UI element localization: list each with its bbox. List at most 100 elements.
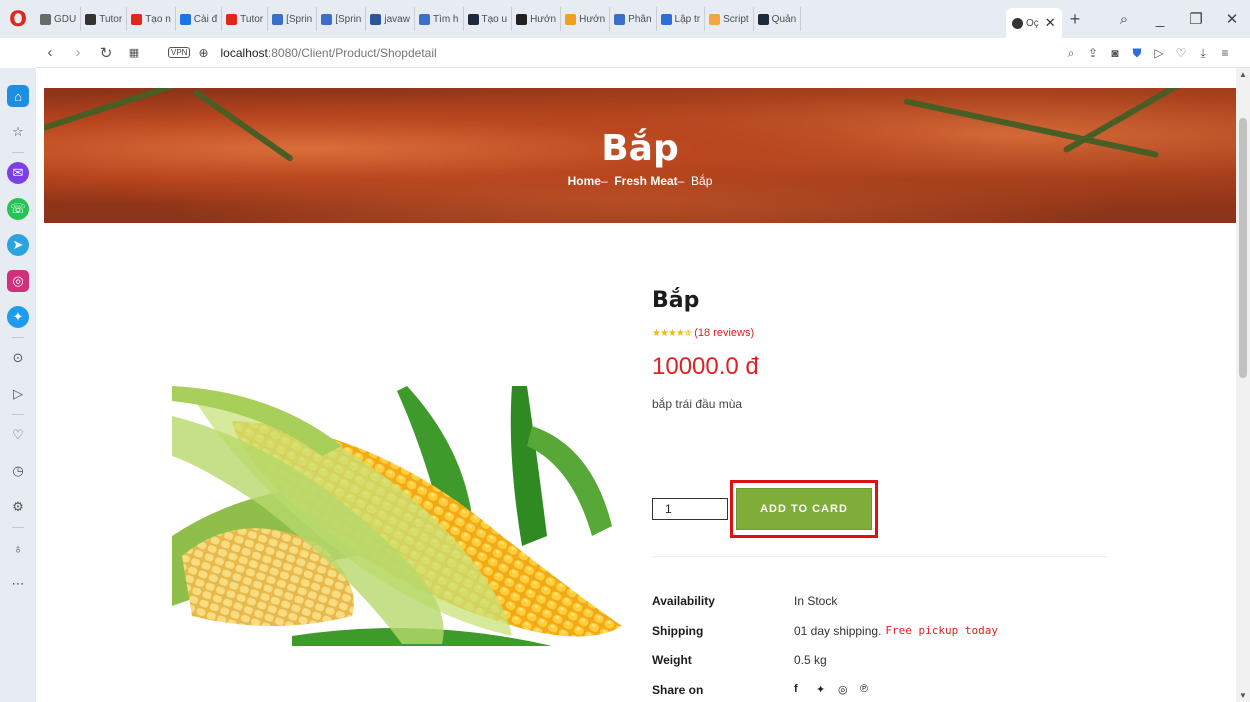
sidebar-separator	[12, 337, 24, 338]
pinterest-icon[interactable]: ℗	[860, 683, 882, 696]
quantity-input[interactable]: 1	[652, 498, 728, 520]
tab-favicon-icon	[757, 13, 769, 25]
scroll-up-icon[interactable]: ▲	[1236, 70, 1250, 79]
spec-value: 0.5 kg	[794, 653, 827, 667]
camera-icon[interactable]: ◙	[1104, 46, 1126, 60]
close-window-icon[interactable]: ✕	[1214, 10, 1250, 28]
telegram-icon[interactable]: ➤	[7, 234, 29, 256]
send-icon[interactable]: ▷	[1148, 46, 1170, 60]
spec-value: 01 day shipping.	[794, 623, 882, 638]
tab-active-label: Oç	[1026, 17, 1039, 29]
tab-list: GDU Tutor Tạo n Cài đ Tutor [Sprin [Sprin javaw…	[36, 4, 1006, 34]
tab-item[interactable]: Tìm h	[415, 7, 464, 31]
tab-label: Tìm h	[432, 13, 459, 25]
player-icon[interactable]: ⊙	[7, 347, 29, 369]
tab-label: Cài đ	[193, 13, 218, 25]
messenger-icon[interactable]: ✉	[7, 162, 29, 184]
tab-label: javaw	[384, 13, 410, 25]
toolbar-right: ⌕ ⇪ ◙ ⛊ ▷ ♡ ⤓ ≡	[1060, 38, 1236, 68]
back-icon[interactable]: ‹	[36, 44, 64, 61]
more-icon[interactable]: ⋯	[7, 573, 29, 595]
close-tab-icon[interactable]: ✕	[1045, 15, 1056, 31]
sidebar-separator	[12, 527, 24, 528]
home-icon[interactable]: ⌂	[7, 85, 29, 107]
tab-item[interactable]: Quản	[754, 7, 802, 31]
tab-item[interactable]: Tạo u	[464, 7, 513, 31]
tips-bulb-icon[interactable]: ♁	[7, 537, 29, 559]
url-host: localhost	[220, 45, 268, 60]
tab-item[interactable]: Tạo n	[127, 7, 176, 31]
tab-favicon-icon	[370, 13, 382, 25]
heart-icon[interactable]: ♡	[1170, 46, 1192, 60]
breadcrumb-banner: Bắp Home– Fresh Meat– Bắp	[44, 88, 1236, 223]
spec-value: In Stock	[794, 594, 838, 608]
spec-label: Shipping	[652, 623, 704, 638]
shield-icon[interactable]: ⛊	[1126, 46, 1148, 61]
review-count[interactable]: (18 reviews)	[694, 327, 754, 339]
scrollbar-thumb[interactable]	[1239, 118, 1247, 378]
tab-favicon-icon	[660, 13, 672, 25]
tab-label: Script	[723, 13, 749, 25]
page-title: Bắp	[601, 128, 679, 169]
download-icon[interactable]: ⤓	[1192, 46, 1214, 61]
vpn-badge[interactable]: VPN	[168, 47, 191, 58]
instagram-icon[interactable]: ◎	[7, 270, 29, 292]
tab-item[interactable]: Hướn	[561, 7, 611, 31]
search-icon[interactable]: ⌕	[1060, 46, 1082, 61]
facebook-icon[interactable]: f	[794, 683, 816, 696]
tab-item[interactable]: GDU	[36, 7, 82, 31]
tab-item[interactable]: Phân	[610, 7, 657, 31]
tab-item[interactable]: Script	[705, 7, 754, 31]
menu-icon[interactable]: ≡	[1214, 46, 1236, 60]
tab-item[interactable]: Lập tr	[657, 7, 706, 31]
spec-row: Shipping 01 day shipping. Free pickup to…	[652, 624, 998, 654]
tab-label: Quản	[771, 13, 797, 25]
tab-active[interactable]: Oç ✕	[1006, 8, 1062, 38]
web-page: Bắp Home– Fresh Meat– Bắp Bắp ★★★★✯ (18 …	[36, 68, 1250, 702]
tab-item[interactable]: Tutor	[81, 7, 128, 31]
tab-item[interactable]: Hướn	[512, 7, 562, 31]
divider	[652, 556, 1107, 557]
history-icon[interactable]: ◷	[7, 460, 29, 482]
scroll-down-icon[interactable]: ▼	[1236, 691, 1250, 700]
address-bar: ‹ › ↻ ▦ VPN ⊕ localhost:8080/Client/Prod…	[36, 38, 1250, 68]
tab-favicon-icon	[131, 13, 143, 25]
star-icon[interactable]: ☆	[7, 121, 29, 143]
tab-label: [Sprin	[335, 13, 362, 25]
new-tab-button[interactable]: +	[1070, 9, 1081, 30]
breadcrumb-category[interactable]: Fresh Meat	[614, 174, 677, 188]
url-input[interactable]: localhost:8080/Client/Product/Shopdetail	[221, 46, 437, 60]
share-icon[interactable]: ⇪	[1082, 46, 1104, 60]
site-info-icon[interactable]: ⊕	[198, 46, 208, 60]
favorites-icon[interactable]: ♡	[7, 424, 29, 446]
tab-favicon-icon	[418, 13, 430, 25]
flow-icon[interactable]: ▷	[7, 383, 29, 405]
tab-item[interactable]: Tutor	[222, 7, 269, 31]
product-price: 10000.0 đ	[652, 353, 759, 380]
twitter-icon[interactable]: ✦	[7, 306, 29, 328]
tab-label: Tutor	[99, 13, 123, 25]
product-specs: Availability In Stock Shipping 01 day sh…	[652, 594, 998, 702]
opera-logo-icon[interactable]: O	[0, 0, 36, 38]
tab-item[interactable]: Cài đ	[176, 7, 223, 31]
tab-item[interactable]: [Sprin	[268, 7, 318, 31]
tab-favicon-icon	[516, 13, 528, 25]
settings-gear-icon[interactable]: ⚙	[7, 496, 29, 518]
tab-item[interactable]: javaw	[366, 7, 415, 31]
instagram-icon[interactable]: ◎	[838, 683, 860, 696]
add-to-cart-button[interactable]: ADD TO CARD	[736, 488, 872, 530]
product-details: Bắp ★★★★✯ (18 reviews) 10000.0 đ bắp trái…	[652, 288, 878, 538]
tab-favicon-icon	[614, 13, 626, 25]
breadcrumb-separator: –	[677, 174, 685, 188]
twitter-icon[interactable]: ✦	[816, 683, 838, 696]
forward-icon[interactable]: ›	[64, 44, 92, 61]
reload-icon[interactable]: ↻	[92, 44, 120, 62]
whatsapp-icon[interactable]: ☏	[7, 198, 29, 220]
tab-item[interactable]: [Sprin	[317, 7, 367, 31]
search-tabs-icon[interactable]: ⌕	[1106, 11, 1142, 28]
breadcrumb-home[interactable]: Home	[568, 174, 601, 188]
page-scrollbar[interactable]: ▲ ▼	[1236, 68, 1250, 702]
restore-icon[interactable]: ❐	[1178, 10, 1214, 28]
minimize-icon[interactable]: _	[1142, 11, 1178, 28]
speed-dial-icon[interactable]: ▦	[120, 46, 148, 59]
